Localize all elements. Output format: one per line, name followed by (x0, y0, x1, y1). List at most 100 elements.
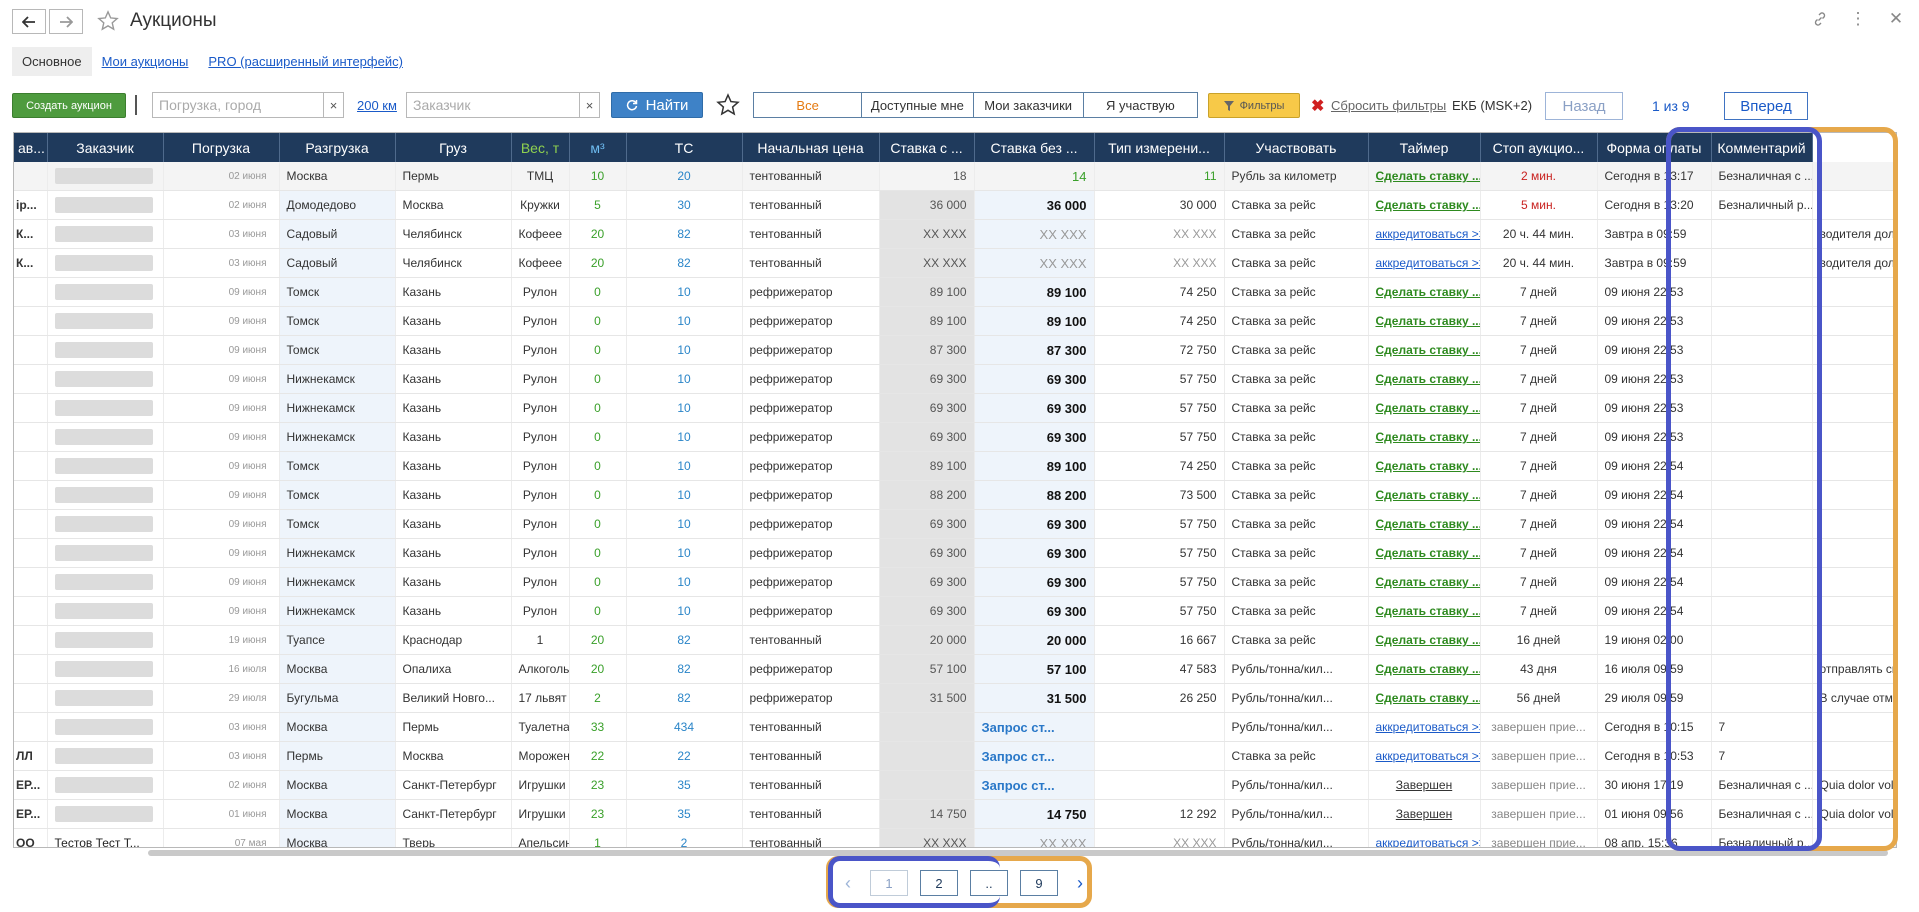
participate-link[interactable]: Сделать ставку ... (1368, 480, 1481, 510)
forward-button[interactable] (49, 9, 83, 34)
tab-pro[interactable]: PRO (расширенный интерфейс) (208, 54, 403, 69)
col-header-cargo[interactable]: Груз (395, 133, 512, 162)
participate-link[interactable]: аккредитоваться >> (1368, 219, 1481, 249)
table-row[interactable]: 09 июня Нижнекамск Казань Рулон 0 10 рефрижера… (14, 596, 1896, 626)
table-row[interactable]: К... 03 июня Садовый Челябинск Кофеее 20 82 тен… (14, 219, 1896, 249)
table-row[interactable]: 09 июня Нижнекамск Казань Рулон 0 10 рефрижера… (14, 364, 1896, 394)
participate-link[interactable]: Сделать ставку ... (1368, 306, 1481, 336)
col-header-participate[interactable]: Участвовать (1224, 133, 1369, 162)
col-header-vehicle[interactable]: ТС (626, 133, 743, 162)
cell-measure-type: Рубль/тонна/кил... (1224, 683, 1369, 713)
participate-link[interactable]: Сделать ставку ... (1368, 190, 1481, 220)
participate-link[interactable]: Сделать ставку ... (1368, 277, 1481, 307)
back-button[interactable] (12, 9, 46, 34)
table-row[interactable]: ЕР... 01 июня Москва Санкт-Петербург Игрушки… (14, 799, 1896, 829)
col-header-timer[interactable]: Таймер (1368, 133, 1481, 162)
filters-button[interactable]: Фильтры (1208, 93, 1300, 118)
table-row[interactable]: К... 03 июня Садовый Челябинск Кофеее 20 82 тен… (14, 248, 1896, 278)
page-button-9[interactable]: 9 (1020, 870, 1058, 896)
cell-stake-vat[interactable]: Запрос ст... (974, 712, 1095, 742)
table-row[interactable]: 16 июля Москва Опалиха Алкоголь 20 82 рефрижер… (14, 654, 1896, 684)
segment-participating[interactable]: Я участвую (1084, 93, 1197, 117)
participate-link[interactable]: Сделать ставку ... (1368, 422, 1481, 452)
table-row[interactable]: ЕР... 02 июня Москва Санкт-Петербург Игрушки… (14, 770, 1896, 800)
reset-filters-link[interactable]: Сбросить фильтры (1331, 98, 1446, 113)
participate-link[interactable]: Завершен (1368, 770, 1481, 800)
participate-link[interactable]: Сделать ставку ... (1368, 538, 1481, 568)
participate-link[interactable]: Сделать ставку ... (1368, 567, 1481, 597)
col-header-stake-vat[interactable]: Ставка с ... (879, 133, 975, 162)
participate-link[interactable]: аккредитоваться >> (1368, 248, 1481, 278)
col-header-weight[interactable]: Вес, т (511, 133, 570, 162)
participate-link[interactable]: Сделать ставку ... (1368, 162, 1481, 191)
segment-my-customers[interactable]: Мои заказчики (974, 93, 1084, 117)
clear-customer-button[interactable]: × (580, 92, 600, 118)
close-icon[interactable]: ✕ (1885, 8, 1907, 30)
page-button-ellipsis[interactable]: .. (970, 870, 1008, 896)
table-row[interactable]: 09 июня Томск Казань Рулон 0 10 рефрижератор 87… (14, 335, 1896, 365)
customer-input[interactable]: Заказчик (406, 92, 580, 118)
col-header-volume[interactable]: м³ (569, 133, 627, 162)
table-row[interactable]: 09 июня Томск Казань Рулон 0 10 рефрижератор 88… (14, 480, 1896, 510)
participate-link[interactable]: Сделать ставку ... (1368, 393, 1481, 423)
participate-link[interactable]: Сделать ставку ... (1368, 683, 1481, 713)
favorite-star-icon[interactable] (97, 10, 119, 35)
table-row[interactable]: 09 июня Томск Казань Рулон 0 10 рефрижератор 69… (14, 509, 1896, 539)
col-header-stake-novat[interactable]: Ставка без ... (974, 133, 1095, 162)
table-row[interactable]: ЛЛ03 июняПермьМоскваМороженое2222тентова… (14, 741, 1896, 771)
col-header-measure-type[interactable]: Тип измерени... (1094, 133, 1225, 162)
table-row[interactable]: 03 июняМоскваПермьТуалетная бум...33434т… (14, 712, 1896, 742)
col-header-comment[interactable]: Комментарий (1711, 133, 1813, 162)
table-row[interactable]: 29 июля Бугульма Великий Новго... 17 львят 2… (14, 683, 1896, 713)
page-button-1[interactable]: 1 (870, 870, 908, 896)
more-menu-icon[interactable]: ⋮ (1847, 8, 1869, 30)
col-header-payment[interactable]: Форма оплаты (1597, 133, 1712, 162)
segment-all[interactable]: Все (754, 93, 863, 117)
table-row[interactable]: 09 июня Томск Казань Рулон 0 10 рефрижератор 89… (14, 451, 1896, 481)
star-filter-icon[interactable] (716, 93, 740, 120)
find-button[interactable]: Найти (611, 92, 703, 118)
table-row[interactable]: ip... 02 июня Домодедово Москва Кружки 5 30 тен… (14, 190, 1896, 220)
participate-link[interactable]: аккредитоваться >> (1368, 712, 1481, 742)
col-header-load[interactable]: Погрузка (163, 133, 280, 162)
next-page-icon[interactable]: › (1070, 870, 1090, 896)
col-header-customer[interactable]: Заказчик (47, 133, 164, 162)
participate-link[interactable]: аккредитоваться >> (1368, 741, 1481, 771)
table-row[interactable]: 09 июня Томск Казань Рулон 0 10 рефрижератор 89… (14, 306, 1896, 336)
participate-link[interactable]: Сделать ставку ... (1368, 596, 1481, 626)
col-header-start-price[interactable]: Начальная цена (742, 133, 880, 162)
table-row[interactable]: 09 июня Нижнекамск Казань Рулон 0 10 рефрижера… (14, 538, 1896, 568)
prev-page-icon[interactable]: ‹ (838, 870, 858, 896)
col-header-unload[interactable]: Разгрузка (279, 133, 396, 162)
table-row[interactable]: 09 июня Нижнекамск Казань Рулон 0 10 рефрижера… (14, 393, 1896, 423)
tab-my-auctions[interactable]: Мои аукционы (102, 54, 189, 69)
participate-link[interactable]: Сделать ставку ... (1368, 625, 1481, 655)
col-header[interactable]: ав... (14, 133, 48, 162)
col-header-stop[interactable]: Стоп аукцио... (1480, 133, 1598, 162)
back-page-button[interactable]: Назад (1545, 92, 1623, 120)
tab-main[interactable]: Основное (12, 47, 92, 76)
radius-link[interactable]: 200 км (357, 98, 397, 113)
participate-link[interactable]: Сделать ставку ... (1368, 654, 1481, 684)
table-row[interactable]: 02 июня Москва Пермь ТМЦ 10 20 тентованный 18 14… (14, 162, 1896, 191)
table-row[interactable]: 19 июня Туапсе Краснодар 1 20 82 тентованный 20… (14, 625, 1896, 655)
participate-link[interactable]: Сделать ставку ... (1368, 335, 1481, 365)
participate-link[interactable]: Сделать ставку ... (1368, 509, 1481, 539)
participate-link[interactable]: Сделать ставку ... (1368, 364, 1481, 394)
create-auction-button[interactable]: Создать аукцион (12, 93, 126, 118)
participate-link[interactable]: аккредитоваться >> (1368, 828, 1481, 847)
table-row[interactable]: 09 июня Томск Казань Рулон 0 10 рефрижератор 89… (14, 277, 1896, 307)
clear-load-button[interactable]: × (324, 92, 344, 118)
load-city-input[interactable]: Погрузка, город (152, 92, 324, 118)
participate-link[interactable]: Сделать ставку ... (1368, 451, 1481, 481)
segment-available[interactable]: Доступные мне (862, 93, 974, 117)
forward-page-button[interactable]: Вперед (1724, 92, 1808, 120)
cell-stake-vat[interactable]: Запрос ст... (974, 770, 1095, 800)
participate-link[interactable]: Завершен (1368, 799, 1481, 829)
link-icon[interactable] (1809, 8, 1831, 30)
cell-stake-vat[interactable]: Запрос ст... (974, 741, 1095, 771)
table-row[interactable]: 09 июня Нижнекамск Казань Рулон 0 10 рефрижера… (14, 567, 1896, 597)
table-row[interactable]: 09 июня Нижнекамск Казань Рулон 0 10 рефрижера… (14, 422, 1896, 452)
table-row[interactable]: ОО Тестов Тест Т... 07 мая Москва Тверь Апель… (14, 828, 1896, 847)
page-button-2[interactable]: 2 (920, 870, 958, 896)
